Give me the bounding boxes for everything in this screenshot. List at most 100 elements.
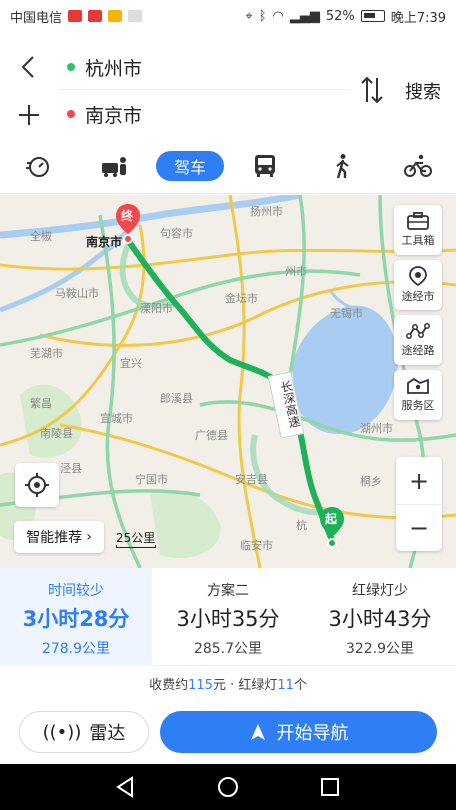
clock: 晚上7:39 xyxy=(390,10,446,26)
home-circle-icon[interactable] xyxy=(216,775,240,799)
plus-icon xyxy=(19,105,39,125)
fee-prefix: 收费约 xyxy=(149,678,189,693)
tab-bus[interactable] xyxy=(249,150,281,182)
map-label: 泾县 xyxy=(60,462,82,475)
map-label: 杭 xyxy=(296,519,307,532)
tab-bike[interactable] xyxy=(402,150,434,182)
fee-summary: 收费约115元 · 红绿灯11个 xyxy=(0,668,456,704)
route-option-2[interactable]: 方案二 3小时35分 285.7公里 xyxy=(152,568,304,666)
map-label: 安吉县 xyxy=(235,473,268,486)
traffic-light-count: 11 xyxy=(277,678,294,693)
map-label: 宜兴 xyxy=(120,357,142,370)
map-label: 溧阳市 xyxy=(140,302,173,315)
carrier-name: 中国电信 xyxy=(10,10,63,26)
map-label: 宣城市 xyxy=(100,412,133,425)
radar-label: 雷达 xyxy=(89,723,126,744)
tab-carpool[interactable] xyxy=(98,150,130,182)
map-canvas xyxy=(0,195,456,568)
locate-button[interactable] xyxy=(15,463,59,507)
route-option-duration: 3小时35分 xyxy=(176,607,280,631)
radar-button[interactable]: ((•)) 雷达 xyxy=(19,711,149,753)
map-label: 郎溪县 xyxy=(160,392,193,405)
car-person-icon xyxy=(102,157,126,177)
tab-walk[interactable] xyxy=(326,150,358,182)
via-city-button[interactable]: 途经市 xyxy=(394,260,442,310)
crosshair-icon xyxy=(25,473,49,497)
app-notification-icon xyxy=(88,10,103,22)
service-area-label: 服务区 xyxy=(401,399,435,412)
app-notification-icon xyxy=(128,10,143,22)
back-button[interactable] xyxy=(14,52,44,82)
map-label: 全椒 xyxy=(30,230,52,243)
bicycle-icon xyxy=(404,154,432,177)
route-path-icon xyxy=(406,323,430,339)
back-arrow-icon xyxy=(21,56,34,78)
route-option-label: 红绿灯少 xyxy=(352,583,408,599)
map-label: 广德县 xyxy=(195,429,228,442)
smart-recommend-label: 智能推荐 xyxy=(26,530,83,546)
start-navigation-button[interactable]: 开始导航 xyxy=(160,711,437,753)
add-waypoint-button[interactable] xyxy=(14,100,44,130)
smart-recommend-button[interactable]: 智能推荐 › xyxy=(14,521,104,553)
map-label: 马鞍山市 xyxy=(55,287,99,300)
zoom-control: + − xyxy=(396,457,442,551)
search-button[interactable]: 搜索 xyxy=(405,78,441,104)
map-label: 金坛市 xyxy=(225,292,258,305)
route-option-label: 方案二 xyxy=(207,583,249,599)
fee-suffix: 个 xyxy=(293,678,307,693)
recents-square-icon[interactable] xyxy=(318,775,342,799)
map-label: 繁昌 xyxy=(30,397,52,410)
start-dot-icon xyxy=(67,63,75,71)
tab-drive[interactable]: 驾车 xyxy=(156,151,224,181)
divider xyxy=(60,89,350,90)
pin-icon xyxy=(409,266,427,286)
map-label: 芜湖市 xyxy=(30,347,63,360)
stopwatch-car-icon xyxy=(26,157,49,177)
route-option-distance: 322.9公里 xyxy=(345,641,415,657)
app-notification-icon xyxy=(108,10,123,22)
route-option-3[interactable]: 红绿灯少 3小时43分 322.9公里 xyxy=(304,568,456,666)
walking-icon xyxy=(336,154,349,179)
start-location-field[interactable]: 杭州市 xyxy=(85,54,142,81)
route-option-duration: 3小时43分 xyxy=(328,607,432,631)
route-option-distance: 285.7公里 xyxy=(193,641,263,657)
radar-icon: ((•)) xyxy=(42,721,82,743)
end-marker-label: 终 xyxy=(121,209,134,223)
end-dot-icon xyxy=(67,110,75,118)
bus-icon xyxy=(255,155,275,177)
via-road-label: 途经路 xyxy=(401,344,435,357)
end-location-field[interactable]: 南京市 xyxy=(85,101,142,128)
map-label: 句容市 xyxy=(160,227,193,240)
fee-amount: 115 xyxy=(188,678,213,693)
toolbox-icon xyxy=(407,212,429,230)
route-option-1[interactable]: 时间较少 3小时28分 278.9公里 xyxy=(0,568,152,666)
map-label: 湖州市 xyxy=(360,422,393,435)
zoom-out-button[interactable]: − xyxy=(396,504,442,551)
tab-taxi[interactable] xyxy=(22,150,54,182)
bluetooth-icon: ᛒ xyxy=(258,8,267,24)
service-area-icon xyxy=(407,377,429,394)
fee-mid: 元 · 红绿灯 xyxy=(212,678,278,693)
signal-icon: ▂▄▆ xyxy=(289,8,320,24)
back-triangle-icon[interactable] xyxy=(114,775,138,799)
navigation-arrow-icon xyxy=(250,724,265,740)
battery-percent: 52% xyxy=(325,8,355,24)
start-navigation-label: 开始导航 xyxy=(276,723,349,744)
route-option-label: 时间较少 xyxy=(48,583,104,599)
service-area-button[interactable]: 服务区 xyxy=(394,370,442,420)
map-view[interactable]: 全椒 扬州市 南京市 句容市 州市 金坛市 无锡市 马鞍山市 溧阳市 芜湖市 宜… xyxy=(0,195,456,568)
toolbox-button[interactable]: 工具箱 xyxy=(394,205,442,255)
toolbox-label: 工具箱 xyxy=(401,234,435,247)
swap-button[interactable] xyxy=(358,74,386,106)
map-label: 无锡市 xyxy=(330,307,363,320)
map-label: 州市 xyxy=(285,265,307,278)
swap-icon xyxy=(361,76,383,104)
start-marker-label: 起 xyxy=(325,512,338,526)
via-road-button[interactable]: 途经路 xyxy=(394,315,442,365)
map-scale-bar xyxy=(116,545,156,548)
map-label: 南陵县 xyxy=(40,427,73,440)
via-city-label: 途经市 xyxy=(401,290,435,303)
zoom-in-button[interactable]: + xyxy=(396,457,442,504)
map-scale-label: 25公里 xyxy=(116,531,156,545)
system-nav-bar xyxy=(0,764,456,810)
